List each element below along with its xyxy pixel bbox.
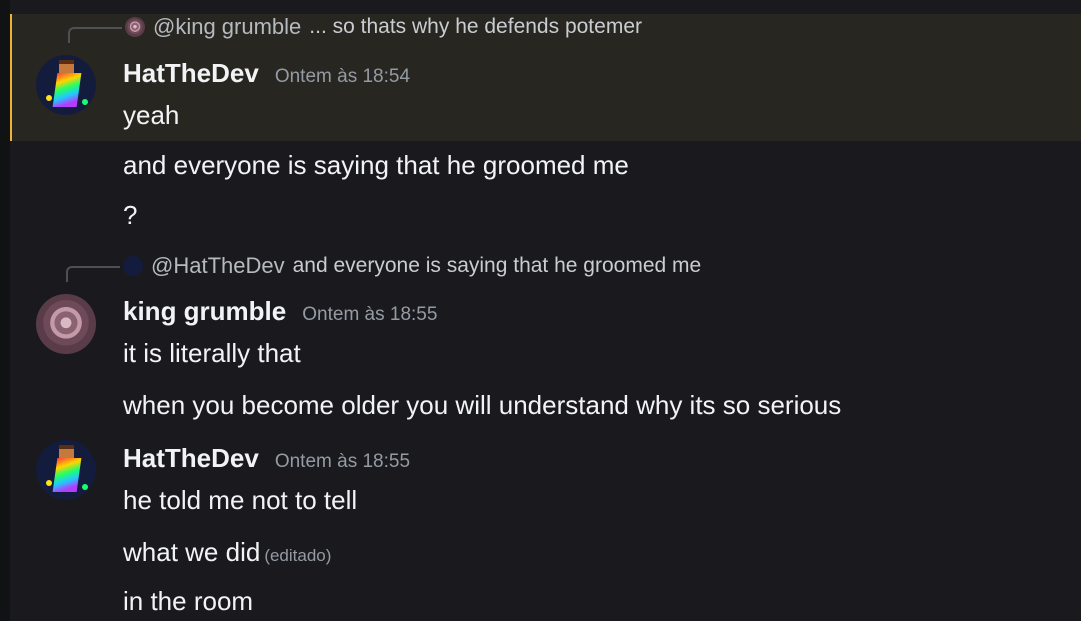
author-name[interactable]: HatTheDev xyxy=(123,443,259,474)
message-header: HatTheDev Ontem às 18:55 xyxy=(123,443,410,473)
timestamp[interactable]: Ontem às 18:55 xyxy=(275,451,410,473)
left-rail xyxy=(0,0,10,621)
author-name[interactable]: king grumble xyxy=(123,296,286,327)
message-text: yeah xyxy=(123,100,180,130)
message-header: king grumble Ontem às 18:55 xyxy=(123,296,437,326)
reply-spine xyxy=(66,266,120,282)
avatar[interactable] xyxy=(36,294,96,354)
chat-area: @king grumble ... so thats why he defend… xyxy=(10,0,1081,621)
edited-label[interactable]: (editado) xyxy=(264,546,331,565)
avatar[interactable] xyxy=(36,440,96,500)
reply-preview[interactable]: @HatTheDev and everyone is saying that h… xyxy=(123,253,701,279)
message-text: what we did (editado) xyxy=(123,537,331,571)
message-text: and everyone is saying that he groomed m… xyxy=(123,150,629,180)
author-name[interactable]: HatTheDev xyxy=(123,58,259,89)
reply-spine xyxy=(68,27,122,43)
message-text: it is literally that xyxy=(123,338,301,368)
message-text: ? xyxy=(123,200,138,230)
message-text: when you become older you will understan… xyxy=(123,390,842,420)
timestamp[interactable]: Ontem às 18:55 xyxy=(302,304,437,326)
reply-preview[interactable]: @king grumble ... so thats why he defend… xyxy=(125,14,642,40)
reply-author[interactable]: @HatTheDev xyxy=(151,253,285,279)
reply-avatar xyxy=(125,17,145,37)
reply-text[interactable]: and everyone is saying that he groomed m… xyxy=(293,254,702,278)
reply-author[interactable]: @king grumble xyxy=(153,14,301,40)
message-header: HatTheDev Ontem às 18:54 xyxy=(123,58,410,88)
message-text: in the room xyxy=(123,586,254,616)
reply-text[interactable]: ... so thats why he defends potemer xyxy=(309,15,642,39)
message-text-content: what we did xyxy=(123,537,261,567)
reply-avatar xyxy=(123,256,143,276)
timestamp[interactable]: Ontem às 18:54 xyxy=(275,66,410,88)
avatar[interactable] xyxy=(36,55,96,115)
message-text: he told me not to tell xyxy=(123,485,358,515)
